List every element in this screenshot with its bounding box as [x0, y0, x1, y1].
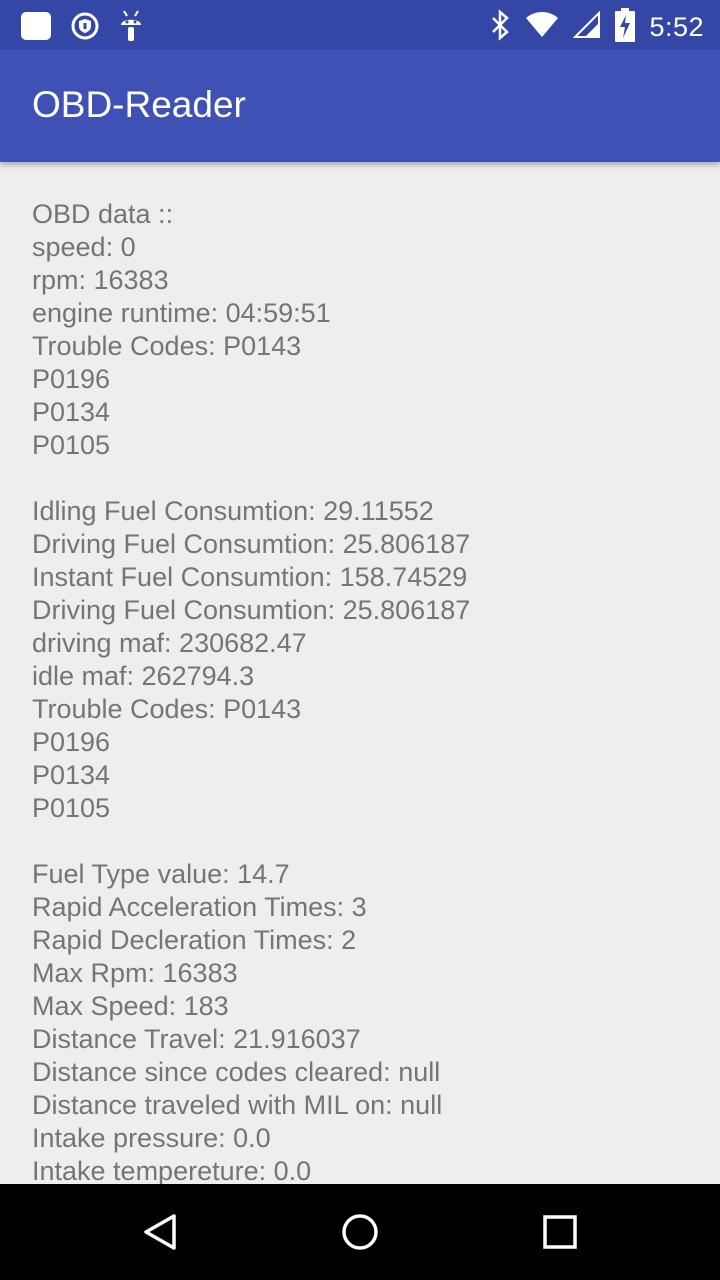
recents-button[interactable]	[536, 1208, 584, 1256]
cell-signal-icon	[573, 10, 601, 44]
bluetooth-icon	[489, 9, 511, 46]
shield-vpn-icon	[70, 11, 100, 46]
recents-icon	[543, 1215, 577, 1249]
obd-data-line: Driving Fuel Consumtion: 25.806187	[32, 529, 471, 559]
obd-data-line: Intake tempereture: 0.0	[32, 1156, 312, 1184]
obd-data-line: Intake pressure: 0.0	[32, 1123, 271, 1153]
obd-data-line: Instant Fuel Consumtion: 158.74529	[32, 562, 468, 592]
obd-data-line: Trouble Codes: P0143	[32, 694, 302, 724]
battery-charging-icon	[615, 8, 636, 47]
app-bar: OBD-Reader	[0, 50, 720, 162]
obd-data-line: P0105	[32, 430, 111, 460]
navigation-bar	[0, 1184, 720, 1280]
android-debug-icon	[118, 9, 144, 48]
obd-data-text: OBD data :: speed: 0 rpm: 16383 engine runt…	[32, 198, 692, 1184]
obd-data-line: Max Speed: 183	[32, 991, 229, 1021]
home-button[interactable]	[336, 1208, 384, 1256]
wifi-icon	[525, 11, 559, 44]
back-icon	[144, 1214, 176, 1250]
obd-data-line: Trouble Codes: P0143	[32, 331, 302, 361]
obd-data-line: engine runtime: 04:59:51	[32, 298, 331, 328]
obd-data-line: P0105	[32, 793, 111, 823]
status-time: 5:52	[649, 12, 704, 42]
status-left-icons	[20, 9, 144, 48]
obd-data-line: Rapid Acceleration Times: 3	[32, 892, 367, 922]
obd-data-panel[interactable]: OBD data :: speed: 0 rpm: 16383 engine runt…	[0, 162, 720, 1184]
obd-data-line: Distance traveled with MIL on: null	[32, 1090, 443, 1120]
status-right-icons: 5:52	[489, 8, 704, 47]
back-button[interactable]	[136, 1208, 184, 1256]
obd-data-line: rpm: 16383	[32, 265, 169, 295]
app-screen: 5:52 OBD-Reader OBD data :: speed: 0 rpm: …	[0, 0, 720, 1280]
obd-data-line: Idling Fuel Consumtion: 29.11552	[32, 496, 434, 526]
obd-data-line: Distance Travel: 21.916037	[32, 1024, 361, 1054]
obd-data-line: P0134	[32, 397, 111, 427]
status-bar: 5:52	[0, 0, 720, 50]
obd-data-line: Distance since codes cleared: null	[32, 1057, 441, 1087]
square-notification-icon	[20, 10, 52, 47]
obd-data-line: OBD data ::	[32, 199, 174, 229]
obd-data-line: driving maf: 230682.47	[32, 628, 307, 658]
obd-data-line: Rapid Decleration Times: 2	[32, 925, 357, 955]
home-icon	[342, 1214, 378, 1250]
obd-data-line: Driving Fuel Consumtion: 25.806187	[32, 595, 471, 625]
obd-data-line: P0196	[32, 364, 111, 394]
app-title: OBD-Reader	[32, 84, 246, 125]
obd-data-line: speed: 0	[32, 232, 136, 262]
obd-data-line: Max Rpm: 16383	[32, 958, 238, 988]
obd-data-line: Fuel Type value: 14.7	[32, 859, 290, 889]
obd-data-line: P0196	[32, 727, 111, 757]
obd-data-line: idle maf: 262794.3	[32, 661, 255, 691]
obd-data-line: P0134	[32, 760, 111, 790]
